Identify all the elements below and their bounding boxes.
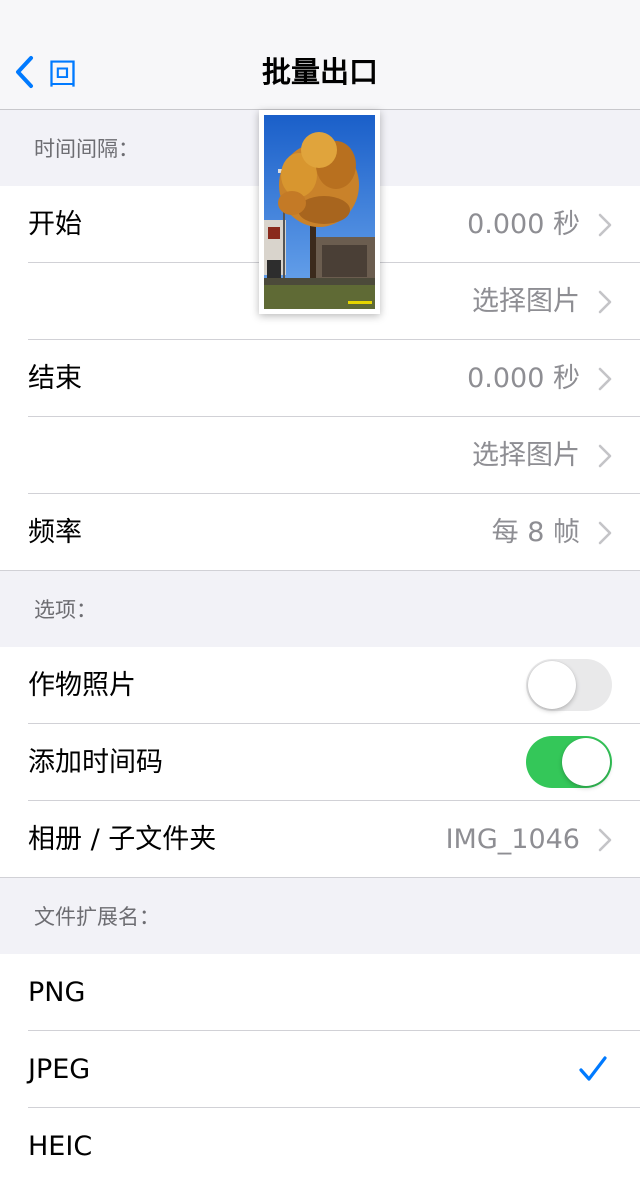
album-subfolder-label: 相册 / 子文件夹 xyxy=(28,824,217,855)
end-pick-image-value: 选择图片 xyxy=(472,440,580,471)
chevron-right-icon xyxy=(598,367,612,391)
frequency-label: 频率 xyxy=(28,517,82,548)
album-subfolder-row[interactable]: 相册 / 子文件夹 IMG_1046 xyxy=(0,801,640,878)
add-timecode-toggle[interactable] xyxy=(526,736,612,788)
extension-label-jpeg: JPEG xyxy=(28,1054,91,1085)
add-timecode-row: 添加时间码 xyxy=(0,724,640,801)
end-time-label: 结束 xyxy=(28,363,82,394)
extension-label-heic: HEIC xyxy=(28,1131,93,1162)
start-pick-image-value: 选择图片 xyxy=(472,286,580,317)
crop-photo-row: 作物照片 xyxy=(0,647,640,724)
add-timecode-label: 添加时间码 xyxy=(28,747,163,778)
chevron-right-icon xyxy=(598,290,612,314)
frequency-row[interactable]: 频率 每 8 帧 xyxy=(0,494,640,571)
frame-preview-thumbnail xyxy=(259,110,380,314)
end-pick-image-row[interactable]: 选择图片 xyxy=(0,417,640,494)
extension-option-heic[interactable]: HEIC xyxy=(0,1108,640,1185)
navigation-bar: 回 批量出口 xyxy=(0,0,640,110)
chevron-right-icon xyxy=(598,444,612,468)
frequency-value: 每 8 帧 xyxy=(491,517,580,548)
start-time-label: 开始 xyxy=(28,209,82,240)
end-time-row[interactable]: 结束 0.000 秒 xyxy=(0,340,640,417)
extension-option-jpeg[interactable]: JPEG xyxy=(0,1031,640,1108)
start-time-value: 0.000 秒 xyxy=(467,209,580,240)
section-header-options: 选项： xyxy=(34,598,97,622)
page-title: 批量出口 xyxy=(261,55,378,89)
end-time-value: 0.000 秒 xyxy=(467,363,580,394)
checkmark-icon xyxy=(579,1056,607,1081)
chevron-right-icon xyxy=(598,828,612,852)
chevron-right-icon xyxy=(598,521,612,545)
crop-photo-label: 作物照片 xyxy=(28,670,136,701)
album-subfolder-value: IMG_1046 xyxy=(445,824,580,855)
chevron-right-icon xyxy=(598,213,612,237)
section-header-extension: 文件扩展名： xyxy=(34,905,160,929)
crop-photo-toggle[interactable] xyxy=(526,659,612,711)
tree-photo-image xyxy=(264,115,375,309)
extension-label-png: PNG xyxy=(28,977,86,1008)
extension-option-png[interactable]: PNG xyxy=(0,954,640,1031)
